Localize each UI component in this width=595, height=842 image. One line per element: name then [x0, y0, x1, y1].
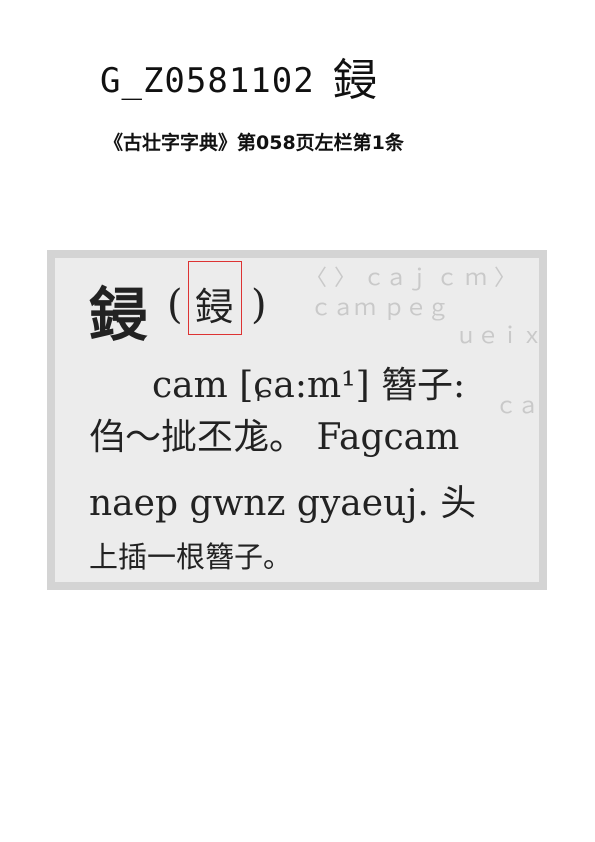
glyph-code: G_Z0581102 [100, 61, 315, 101]
entry-line-4: 上插一根簪子。 [89, 540, 293, 574]
entry-line-3: naep gwnz gyaeuj. 头 [89, 483, 477, 524]
dictionary-scan-image: 〈 〉 ｃａｊ ｃ ｍ 〉 ｃａｍ ｐｅｇ ｕｅｉｘ ｃａｊ 鋟 ( 鋟 ) c… [47, 250, 547, 590]
glyph-character: 鋟 [332, 55, 378, 106]
scan-paper: 〈 〉 ｃａｊ ｃ ｍ 〉 ｃａｍ ｐｅｇ ｕｅｉｘ ｃａｊ 鋟 ( 鋟 ) c… [55, 258, 539, 582]
close-paren: ) [251, 282, 267, 328]
bleed-through-texture: 〈 〉 ｃａｊ ｃ ｍ 〉 [305, 266, 516, 291]
dictionary-source-reference: 《古壮字字典》第058页左栏第1条 [104, 132, 404, 154]
bleed-through-texture: ｃａｊ [495, 394, 539, 419]
entry-line-1: cam [ɕa:m¹] 簪子: [152, 365, 466, 406]
highlighted-variant-box: 鋟 [188, 261, 242, 335]
glyph-id-title: G_Z0581102 鋟 [100, 56, 378, 106]
headword: 鋟 [89, 281, 148, 349]
bleed-through-texture: ｃａｍ ｐｅｇ [310, 296, 449, 321]
entry-line-2: 㑇～㧗丕尨。 Fagcam [89, 417, 460, 458]
variant-glyph: 鋟 [195, 285, 234, 329]
bleed-through-texture: ｕｅｉｘ [455, 324, 539, 349]
open-paren: ( [167, 282, 183, 328]
